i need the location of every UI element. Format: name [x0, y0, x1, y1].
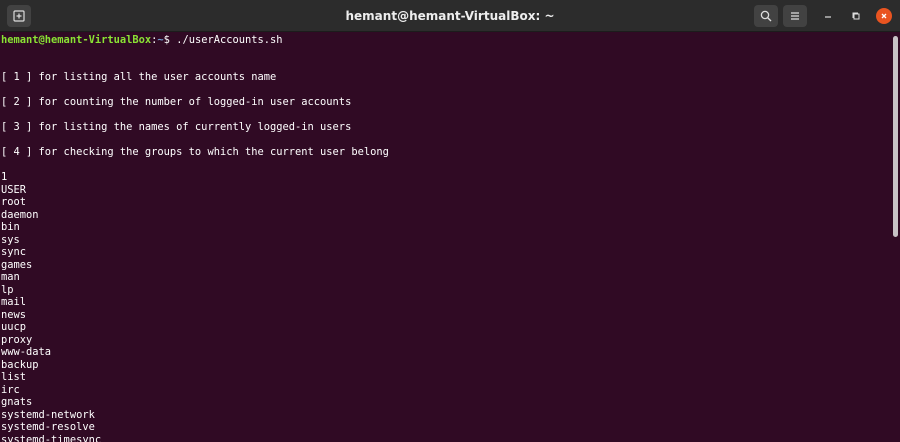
output-line: 1: [1, 171, 8, 183]
maximize-button[interactable]: [848, 8, 864, 24]
menu-line: [ 1 ] for listing all the user accounts …: [1, 71, 277, 83]
menu-line: [ 3 ] for listing the names of currently…: [1, 121, 352, 133]
prompt-user-host: hemant@hemant-VirtualBox: [1, 34, 152, 46]
output-line: systemd-timesync: [1, 434, 102, 442]
menu-line: [ 4 ] for checking the groups to which t…: [1, 146, 389, 158]
output-line: sync: [1, 246, 27, 258]
minimize-button[interactable]: [820, 8, 836, 24]
search-button[interactable]: [754, 5, 778, 27]
maximize-icon: [852, 12, 860, 20]
output-line: mail: [1, 296, 27, 308]
output-line: www-data: [1, 346, 52, 358]
close-button[interactable]: [876, 8, 892, 24]
title-bar: hemant@hemant-VirtualBox: ~: [0, 0, 900, 32]
output-line: bin: [1, 221, 20, 233]
close-icon: [881, 13, 887, 19]
output-line: systemd-resolve: [1, 421, 95, 433]
output-line: uucp: [1, 321, 27, 333]
output-line: man: [1, 271, 20, 283]
command-prompt-line: hemant@hemant-VirtualBox:~$ ./userAccoun…: [1, 34, 283, 47]
hamburger-icon: [791, 12, 799, 20]
terminal-window: hemant@hemant-VirtualBox: ~ hemant@heman…: [0, 0, 900, 442]
search-icon: [760, 10, 772, 22]
output-line: gnats: [1, 396, 33, 408]
scrollbar-thumb[interactable]: [893, 36, 898, 237]
output-line: list: [1, 371, 27, 383]
menu-button[interactable]: [783, 5, 807, 27]
menu-line: [ 2 ] for counting the number of logged-…: [1, 96, 352, 108]
output-line: root: [1, 196, 27, 208]
minimize-icon: [825, 16, 831, 18]
terminal-output[interactable]: hemant@hemant-VirtualBox:~$ ./userAccoun…: [0, 32, 890, 442]
command-text: ./userAccounts.sh: [169, 34, 283, 46]
